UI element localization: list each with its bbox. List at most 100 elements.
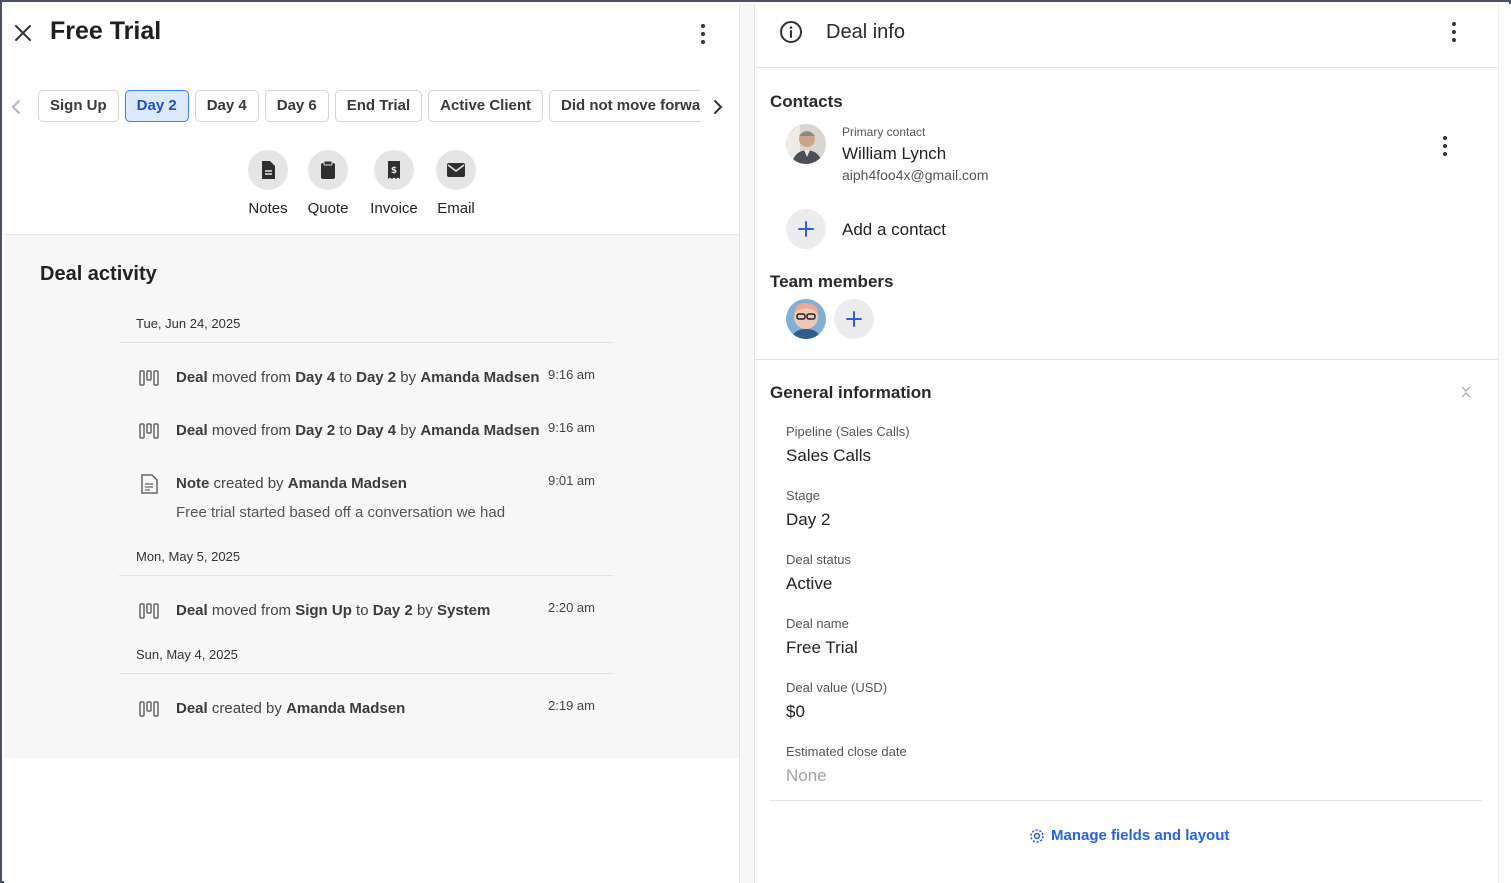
quick-actions: Notes Quote $ Invoice Email bbox=[4, 150, 740, 220]
field-label: Deal value (USD) bbox=[786, 680, 888, 695]
team-members-heading: Team members bbox=[770, 272, 894, 291]
collapse-icon[interactable] bbox=[1458, 384, 1474, 400]
general-info-heading: General information bbox=[770, 383, 932, 402]
activity-item: Deal moved from Sign Up to Day 2 by Syst… bbox=[138, 600, 598, 624]
stage-pill[interactable]: Day 2 bbox=[124, 90, 189, 122]
activity-date: Tue, Jun 24, 2025 bbox=[136, 316, 241, 331]
activity-time: 9:01 am bbox=[548, 473, 595, 488]
manage-fields-link[interactable]: Manage fields and layout bbox=[1029, 827, 1229, 844]
svg-text:$: $ bbox=[391, 166, 397, 176]
field-label: Deal name bbox=[786, 616, 849, 631]
add-team-member-button[interactable] bbox=[834, 299, 874, 339]
date-divider bbox=[119, 342, 613, 343]
activity-emphasis: Deal bbox=[176, 422, 208, 439]
activity-emphasis: Day 4 bbox=[295, 369, 336, 386]
info-icon bbox=[779, 20, 803, 44]
pipeline-icon bbox=[138, 367, 160, 389]
quote-button[interactable]: Quote bbox=[306, 150, 350, 217]
deal-info-header: Deal info bbox=[755, 4, 1498, 68]
fields-divider bbox=[770, 800, 1482, 801]
activity-item: Deal moved from Day 2 to Day 4 by Amanda… bbox=[138, 420, 598, 444]
activity-item: Deal created by Amanda Madsen 2:19 am bbox=[138, 698, 598, 722]
note-body: Free trial started based off a conversat… bbox=[176, 504, 506, 521]
quote-label: Quote bbox=[307, 200, 349, 217]
stage-pill[interactable]: End Trial bbox=[334, 90, 423, 122]
contact-name[interactable]: William Lynch bbox=[842, 144, 946, 164]
field-label: Deal status bbox=[786, 552, 852, 567]
stage-list: Sign Up Day 2 Day 4 Day 6 End Trial Active Cl… bbox=[38, 90, 700, 124]
activity-text: Deal moved from Day 2 to Day 4 by Amanda… bbox=[176, 422, 540, 439]
activity-connector: moved from bbox=[207, 422, 296, 439]
notes-button[interactable]: Notes bbox=[246, 150, 290, 217]
invoice-button[interactable]: $ Invoice bbox=[366, 150, 422, 217]
activity-connector: to bbox=[335, 422, 357, 439]
document-icon bbox=[248, 150, 288, 190]
activity-emphasis: Day 2 bbox=[356, 369, 397, 386]
field-value[interactable]: Day 2 bbox=[786, 510, 830, 530]
panel-divider bbox=[739, 4, 755, 883]
activity-connector: created by bbox=[209, 475, 288, 492]
activity-emphasis: Day 2 bbox=[295, 422, 336, 439]
deal-info-title: Deal info bbox=[826, 21, 905, 43]
activity-text: Deal moved from Sign Up to Day 2 by Syst… bbox=[176, 602, 490, 619]
activity-connector: moved from bbox=[207, 369, 296, 386]
activity-connector: created by bbox=[207, 700, 287, 717]
activity-connector: by bbox=[412, 602, 437, 619]
close-icon[interactable] bbox=[12, 22, 34, 44]
activity-time: 2:20 am bbox=[548, 600, 595, 615]
notes-label: Notes bbox=[248, 200, 288, 217]
plus-icon bbox=[846, 311, 862, 327]
activity-emphasis: Sign Up bbox=[295, 602, 352, 619]
invoice-label: Invoice bbox=[370, 200, 418, 217]
section-divider bbox=[755, 359, 1498, 360]
stage-pill[interactable]: Day 4 bbox=[194, 90, 259, 122]
contact-avatar[interactable] bbox=[786, 124, 826, 164]
activity-time: 2:19 am bbox=[548, 698, 595, 713]
stage-pill[interactable]: Did not move forward bbox=[548, 90, 700, 122]
field-value[interactable]: None bbox=[786, 766, 827, 786]
field-value[interactable]: Free Trial bbox=[786, 638, 858, 658]
pipeline-icon bbox=[138, 420, 160, 442]
activity-text: Deal created by Amanda Madsen bbox=[176, 700, 405, 717]
activity-connector: to bbox=[335, 369, 357, 386]
field-value[interactable]: Sales Calls bbox=[786, 446, 871, 466]
date-divider bbox=[119, 673, 613, 674]
scrollbar[interactable] bbox=[1498, 4, 1511, 883]
manage-fields-label: Manage fields and layout bbox=[1051, 827, 1230, 844]
deal-main-panel: Free Trial Sign Up Day 2 Day 4 Day 6 End Tri… bbox=[4, 4, 740, 883]
activity-item: Deal moved from Day 4 to Day 2 by Amanda… bbox=[138, 367, 598, 391]
contact-email[interactable]: aiph4foo4x@gmail.com bbox=[842, 167, 989, 183]
stage-pill[interactable]: Sign Up bbox=[38, 90, 119, 122]
add-contact-label[interactable]: Add a contact bbox=[842, 220, 946, 240]
activity-time: 9:16 am bbox=[548, 367, 595, 382]
activity-emphasis: Amanda Madsen bbox=[287, 475, 407, 492]
activity-emphasis: System bbox=[436, 602, 491, 619]
add-contact-button[interactable] bbox=[786, 209, 826, 249]
chevron-left-icon[interactable] bbox=[6, 96, 26, 118]
more-options-icon[interactable] bbox=[1444, 18, 1464, 46]
more-options-icon[interactable] bbox=[693, 20, 713, 48]
gear-icon bbox=[1030, 828, 1044, 843]
email-button[interactable]: Email bbox=[434, 150, 478, 217]
activity-time: 9:16 am bbox=[548, 420, 595, 435]
deal-activity-section: Deal activity Tue, Jun 24, 2025 Deal move… bbox=[4, 234, 740, 758]
envelope-icon bbox=[436, 150, 476, 190]
stage-pill[interactable]: Active Client bbox=[428, 90, 543, 122]
stage-pill[interactable]: Day 6 bbox=[264, 90, 329, 122]
activity-date: Sun, May 4, 2025 bbox=[136, 647, 238, 662]
stage-selector: Sign Up Day 2 Day 4 Day 6 End Trial Active Cl… bbox=[4, 90, 740, 126]
contacts-heading: Contacts bbox=[770, 92, 843, 111]
activity-emphasis: Day 4 bbox=[356, 422, 397, 439]
contact-options-icon[interactable] bbox=[1435, 132, 1455, 160]
activity-emphasis: Amanda Madsen bbox=[420, 422, 540, 439]
deal-info-panel: Deal info Contacts Primary contact Willi… bbox=[755, 4, 1498, 883]
field-value[interactable]: Active bbox=[786, 574, 832, 594]
activity-connector: by bbox=[396, 369, 421, 386]
team-member-avatar[interactable] bbox=[786, 299, 826, 339]
note-icon bbox=[138, 473, 160, 495]
field-value[interactable]: $0 bbox=[786, 702, 805, 722]
chevron-right-icon[interactable] bbox=[708, 96, 728, 118]
field-label: Stage bbox=[786, 488, 820, 503]
activity-emphasis: Note bbox=[176, 475, 210, 492]
activity-date: Mon, May 5, 2025 bbox=[136, 549, 241, 564]
